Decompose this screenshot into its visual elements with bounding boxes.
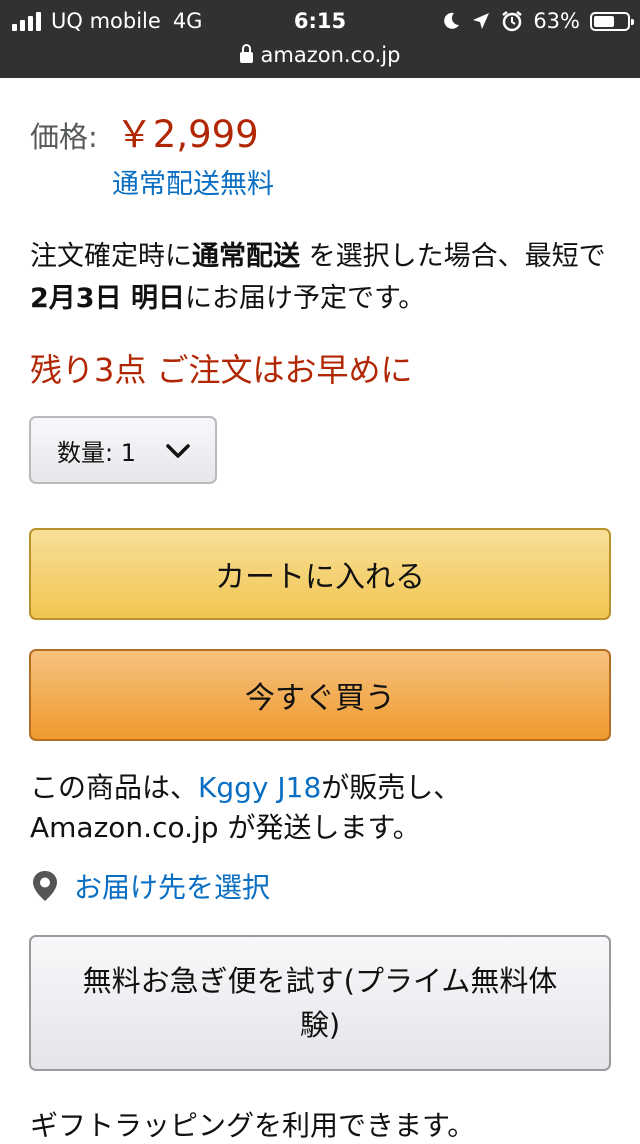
free-shipping-link[interactable]: 通常配送無料 (112, 162, 274, 201)
price-row: 価格: ￥2,999 (30, 104, 259, 158)
seller-link[interactable]: Kggy J18 (198, 771, 321, 804)
carrier-name: UQ mobile (51, 9, 161, 33)
battery-fill (594, 15, 614, 27)
map-pin-icon (33, 871, 57, 901)
select-address-link[interactable]: お届け先を選択 (30, 866, 270, 906)
buy-now-button[interactable]: 今すぐ買う (29, 649, 611, 741)
address-bar[interactable]: amazon.co.jp (0, 40, 640, 70)
location-arrow-icon (473, 13, 490, 29)
prime-trial-button[interactable]: 無料お急ぎ便を試す(プライム無料体験) (29, 935, 611, 1071)
status-left: UQ mobile 4G (12, 6, 202, 36)
add-to-cart-button[interactable]: カートに入れる (29, 528, 611, 620)
price-label: 価格: (30, 120, 98, 154)
battery-icon (590, 11, 634, 31)
seller-text-1: この商品は、 (30, 771, 199, 804)
moon-icon (444, 12, 460, 29)
battery-percent: 63% (533, 9, 580, 33)
network-type: 4G (172, 9, 203, 33)
delivery-date: 2月3日 明日 (30, 283, 185, 314)
alarm-clock-icon (502, 11, 523, 32)
url-text[interactable]: amazon.co.jp (261, 43, 401, 67)
signal-bars-icon (12, 11, 41, 31)
stock-notice: 残り3点 ご注文はお早めに (30, 351, 413, 389)
delivery-text-2: を選択した場合、最短で (300, 241, 606, 272)
seller-info: この商品は、Kggy J18が販売し、Amazon.co.jp が発送します。 (30, 768, 620, 848)
price-value: ￥2,999 (115, 113, 259, 156)
status-right: 63% (441, 6, 634, 36)
gift-wrap-text: ギフトラッピングを利用できます。 (30, 1109, 476, 1142)
lock-icon (239, 44, 253, 63)
delivery-text-1: 注文確定時に (30, 241, 192, 272)
select-address-label[interactable]: お届け先を選択 (74, 866, 270, 906)
delivery-message: 注文確定時に通常配送 を選択した場合、最短で 2月3日 明日にお届け予定です。 (30, 236, 620, 320)
quantity-label: 数量: 1 (57, 438, 136, 467)
delivery-method: 通常配送 (192, 241, 300, 272)
delivery-text-3: にお届け予定です。 (184, 283, 426, 314)
chevron-down-icon (166, 444, 190, 458)
quantity-select[interactable]: 数量: 1 (29, 416, 217, 484)
status-bar: UQ mobile 4G 6:15 63% amazon.co.jp (0, 0, 640, 78)
